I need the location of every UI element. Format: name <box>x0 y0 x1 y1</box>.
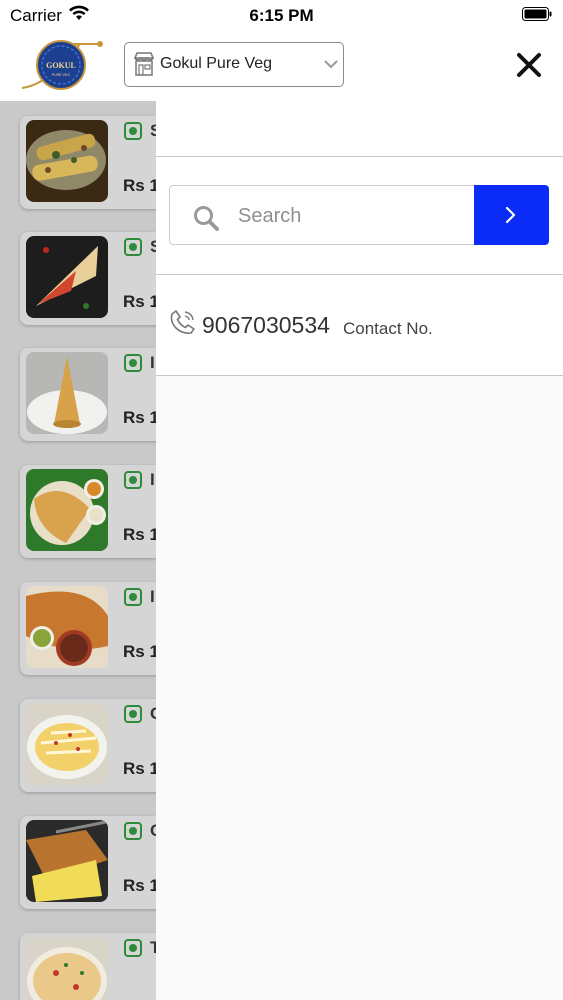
veg-indicator-icon <box>124 939 142 957</box>
battery-icon <box>522 7 552 21</box>
veg-indicator-icon <box>124 705 142 723</box>
chevron-down-icon <box>323 57 339 71</box>
status-bar: Carrier 6:15 PM <box>0 0 563 30</box>
veg-indicator-icon <box>124 471 142 489</box>
veg-indicator-icon <box>124 122 142 140</box>
item-price: Rs 1 <box>123 292 156 311</box>
phone-icon <box>170 309 196 335</box>
veg-indicator-icon <box>124 354 142 372</box>
clock: 6:15 PM <box>249 6 314 25</box>
menu-item-card[interactable]: I Rs 1 <box>20 348 156 441</box>
svg-text:GOKUL: GOKUL <box>46 61 76 70</box>
close-icon[interactable] <box>514 50 544 80</box>
search-icon <box>192 204 220 232</box>
gokul-logo[interactable]: GOKUL PURE VEG <box>20 38 104 92</box>
contact-label: Contact No. <box>343 319 433 338</box>
search-box <box>169 185 475 245</box>
contact-number[interactable]: 9067030534 <box>202 312 330 339</box>
search-submit-button[interactable] <box>474 185 549 245</box>
search-input[interactable] <box>236 198 470 234</box>
dish-image <box>26 120 108 202</box>
menu-item-card[interactable]: C Rs 1 <box>20 699 156 792</box>
veg-indicator-icon <box>124 238 142 256</box>
menu-item-card[interactable]: C Rs 1 <box>20 816 156 909</box>
drawer-header <box>156 101 563 157</box>
store-icon <box>133 52 155 76</box>
veg-indicator-icon <box>124 822 142 840</box>
item-name: I <box>150 353 155 372</box>
menu-item-card[interactable]: T <box>20 933 156 1000</box>
dish-image <box>26 352 108 434</box>
menu-item-card[interactable]: S Rs 1 <box>20 232 156 325</box>
item-price: Rs 1 <box>123 408 156 427</box>
store-name: Gokul Pure Veg <box>160 55 273 72</box>
menu-item-card[interactable]: I Rs 1 <box>20 465 156 558</box>
menu-item-card[interactable]: I Rs 1 <box>20 582 156 675</box>
dish-image <box>26 469 108 551</box>
dish-image <box>26 586 108 668</box>
item-name: I <box>150 470 155 489</box>
search-section <box>156 157 563 275</box>
item-price: Rs 1 <box>123 525 156 544</box>
chevron-right-icon <box>505 206 516 224</box>
item-price: Rs 1 <box>123 642 156 661</box>
menu-item-list: S Rs 1 S Rs 1 I Rs 1 I Rs 1 I Rs 1 Rs 1 … <box>0 101 156 1000</box>
app-header: GOKUL PURE VEG Gokul Pure Veg <box>0 30 563 102</box>
item-price: Rs 1 <box>123 876 156 895</box>
item-name: I <box>150 587 155 606</box>
menu-item-card[interactable]: S Rs 1 <box>20 116 156 209</box>
dish-image <box>26 703 108 785</box>
item-price: Rs 1 <box>123 176 156 195</box>
dish-image <box>26 820 108 902</box>
dish-image <box>26 236 108 318</box>
contact-section: 9067030534 Contact No. <box>156 275 563 376</box>
store-selector[interactable]: Gokul Pure Veg <box>124 42 344 87</box>
veg-indicator-icon <box>124 588 142 606</box>
dish-image <box>26 937 108 1000</box>
svg-text:PURE VEG: PURE VEG <box>52 73 70 77</box>
side-drawer: 9067030534 Contact No. <box>156 101 563 1000</box>
item-price: Rs 1 <box>123 759 156 778</box>
